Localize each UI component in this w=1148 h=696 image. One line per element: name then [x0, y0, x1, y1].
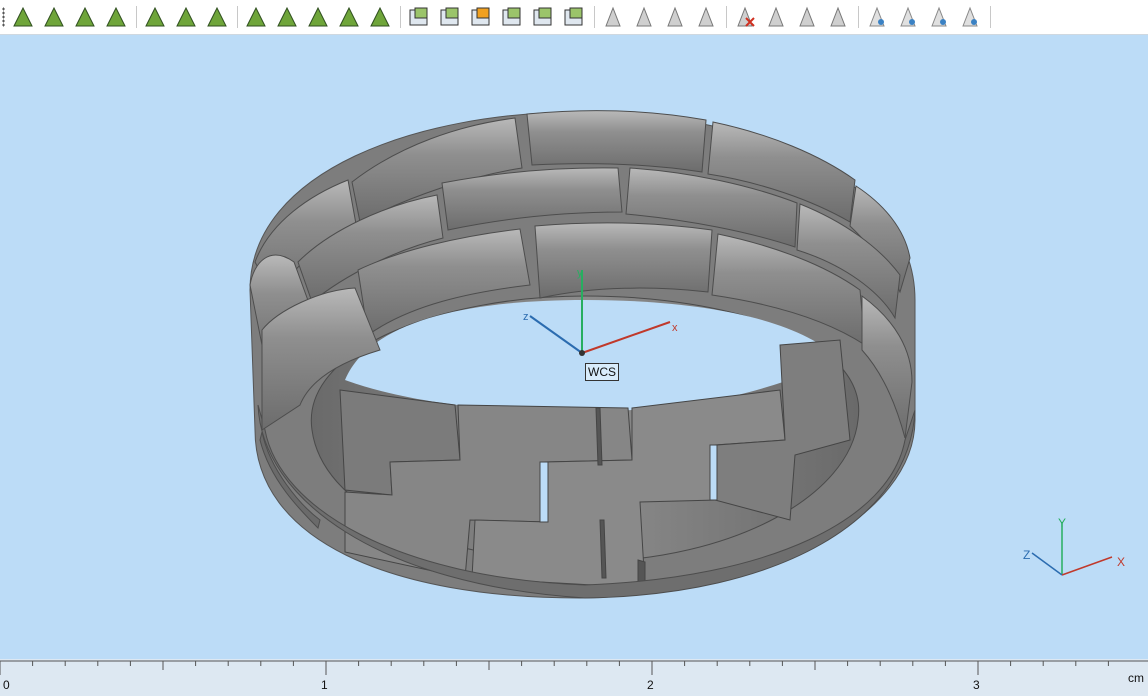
select-body-hit-button[interactable] [530, 4, 556, 30]
wcs-y-label: y [577, 267, 583, 279]
3d-viewport[interactable]: x y z Y X Z WCS [0, 35, 1148, 659]
filter-faces-icon [667, 6, 683, 27]
toolbar-separator [594, 6, 595, 28]
select-mesh-icon [246, 6, 266, 27]
select-face-button[interactable] [142, 4, 168, 30]
triad-y-label: Y [1058, 516, 1066, 530]
wcs-x-label: x [672, 322, 678, 334]
filter-pick-button[interactable] [693, 4, 719, 30]
show-visible-button[interactable] [926, 4, 952, 30]
show-layers-button[interactable] [895, 4, 921, 30]
select-curve-button[interactable] [72, 4, 98, 30]
select-curve-icon [75, 6, 95, 27]
select-mesh-gear-icon [370, 6, 390, 27]
wcs-z-label: z [523, 311, 529, 323]
selection-toolbar [0, 0, 1148, 35]
filter-sheet-icon [799, 6, 815, 27]
select-wire-body-button[interactable] [499, 4, 525, 30]
select-vertex-button[interactable] [10, 4, 36, 30]
toolbar-separator [400, 6, 401, 28]
select-assembly-button[interactable] [561, 4, 587, 30]
toolbar-separator [237, 6, 238, 28]
show-layers-icon [900, 6, 916, 27]
select-face-icon [145, 6, 165, 27]
select-body-icon [440, 7, 459, 26]
show-visible-icon [931, 6, 947, 27]
toolbar-separator [726, 6, 727, 28]
show-all-icon [962, 6, 978, 27]
select-mesh-wheel-button[interactable] [336, 4, 362, 30]
filter-edge-icon [636, 6, 652, 27]
triad-z-label: Z [1023, 548, 1030, 562]
filter-surface-button[interactable] [825, 4, 851, 30]
select-solid-icon [409, 7, 428, 26]
select-circle-button[interactable] [103, 4, 129, 30]
select-face-chain-icon [176, 6, 196, 27]
select-mesh-button[interactable] [243, 4, 269, 30]
select-face-chain-button[interactable] [173, 4, 199, 30]
select-shaded-body-button[interactable] [468, 4, 494, 30]
select-assembly-icon [564, 7, 583, 26]
ruler-label-1: 1 [321, 678, 328, 692]
filter-surface-icon [830, 6, 846, 27]
ruler-label-0: 0 [3, 678, 10, 692]
show-hide-icon [869, 6, 885, 27]
select-body-hit-icon [533, 7, 552, 26]
select-edge-button[interactable] [41, 4, 67, 30]
filter-pick-icon [698, 6, 714, 27]
filter-vertex-button[interactable] [600, 4, 626, 30]
select-surface-curve-icon [207, 6, 227, 27]
filter-mesh-button[interactable] [763, 4, 789, 30]
select-mesh-radial-button[interactable] [305, 4, 331, 30]
ruler-label-3: 3 [973, 678, 980, 692]
select-mesh-radial-icon [308, 6, 328, 27]
toolbar-separator [990, 6, 991, 28]
select-shaded-body-icon [471, 7, 490, 26]
show-all-button[interactable] [957, 4, 983, 30]
select-circle-icon [106, 6, 126, 27]
select-wire-body-icon [502, 7, 521, 26]
show-hide-button[interactable] [864, 4, 890, 30]
ruler-unit: cm [1128, 671, 1144, 685]
select-mesh-wheel-icon [339, 6, 359, 27]
toolbar-separator [858, 6, 859, 28]
measurement-ruler: 0 1 2 3 cm [0, 659, 1148, 696]
select-surface-curve-button[interactable] [204, 4, 230, 30]
filter-edge-button[interactable] [631, 4, 657, 30]
filter-remove-button[interactable] [732, 4, 758, 30]
wcs-origin [579, 350, 585, 356]
filter-vertex-icon [605, 6, 621, 27]
filter-remove-icon [737, 6, 755, 27]
ring-model[interactable]: x y z Y X Z [0, 35, 1148, 659]
select-edge-icon [44, 6, 64, 27]
select-mesh-gear-button[interactable] [367, 4, 393, 30]
select-vertex-icon [13, 6, 33, 27]
filter-mesh-icon [768, 6, 784, 27]
orientation-triad: Y X Z [1023, 516, 1125, 576]
triad-x-label: X [1117, 555, 1125, 569]
wcs-label: WCS [585, 363, 619, 381]
select-body-button[interactable] [437, 4, 463, 30]
select-mesh-chain-button[interactable] [274, 4, 300, 30]
toolbar-grip[interactable] [2, 7, 5, 27]
filter-sheet-button[interactable] [794, 4, 820, 30]
filter-faces-button[interactable] [662, 4, 688, 30]
select-solid-button[interactable] [406, 4, 432, 30]
toolbar-separator [136, 6, 137, 28]
select-mesh-chain-icon [277, 6, 297, 27]
ruler-label-2: 2 [647, 678, 654, 692]
